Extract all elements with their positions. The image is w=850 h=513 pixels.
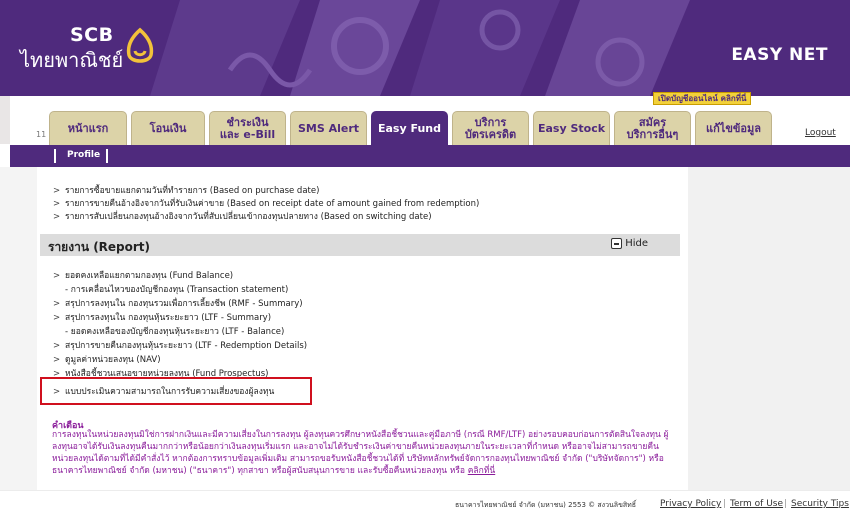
promo-badge[interactable]: เปิดบัญชีออนไลน์ คลิกที่นี่ — [653, 92, 752, 105]
warning-body: การลงทุนในหน่วยลงทุนมิใช่การฝากเงินและมี… — [52, 430, 669, 476]
list-item-label[interactable]: รายการขายคืนอ้างอิงจากวันที่รับเงินค่าขา… — [65, 199, 479, 209]
footer-separator: | — [723, 499, 727, 509]
subnav-profile[interactable]: Profile — [67, 150, 100, 160]
report-item-transaction-statement[interactable]: - การเคลื่อนไหวของบัญชีกองทุน (Transacti… — [65, 282, 288, 296]
list-item-label[interactable]: สรุปการลงทุนใน กองทุนหุ้นระยะยาว (LTF - … — [65, 313, 271, 323]
list-item[interactable]: > รายการขายคืนอ้างอิงจากวันที่รับเงินค่าข… — [53, 196, 479, 210]
report-item-rmf-summary[interactable]: > สรุปการลงทุนใน กองทุนรวมเพื่อการเลี้ยงช… — [53, 296, 303, 310]
list-item-label[interactable]: รายการสับเปลี่ยนกองทุนอ้างอิงจากวันที่สั… — [65, 212, 432, 222]
report-item-ltf-redemption[interactable]: > สรุปการขายคืนกองทุนหุ้นระยะยาว (LTF - R… — [53, 338, 307, 352]
collapse-icon[interactable] — [611, 238, 623, 249]
tab-edit-profile[interactable]: แก้ไขข้อมูล — [695, 111, 772, 145]
list-item-label[interactable]: ดูมูลค่าหน่วยลงทุน (NAV) — [65, 355, 161, 365]
report-item-ltf-summary[interactable]: > สรุปการลงทุนใน กองทุนหุ้นระยะยาว (LTF -… — [53, 310, 271, 324]
header-banner: SCB ไทยพาณิชย์ EASY NET — [0, 0, 850, 96]
tab-left-mark: 11 — [36, 130, 47, 139]
report-section-header: รายงาน (Report) Hide — [40, 234, 680, 256]
warning-text: การลงทุนในหน่วยลงทุนมิใช่การฝากเงินและมี… — [52, 429, 680, 477]
report-item-nav[interactable]: > ดูมูลค่าหน่วยลงทุน (NAV) — [53, 352, 161, 366]
scb-emblem-icon — [126, 27, 154, 63]
list-item-label[interactable]: สรุปการลงทุนใน กองทุนรวมเพื่อการเลี้ยงชี… — [65, 299, 303, 309]
list-item[interactable]: > รายการสับเปลี่ยนกองทุนอ้างอิงจากวันที่ส… — [53, 209, 432, 223]
tab-sms-alert[interactable]: SMS Alert — [290, 111, 367, 145]
term-of-use-link[interactable]: Term of Use — [730, 499, 783, 509]
tab-easy-stock[interactable]: Easy Stock — [533, 111, 610, 145]
logout-link[interactable]: Logout — [805, 128, 836, 138]
logo-scb-text: SCB — [70, 24, 114, 46]
tab-home[interactable]: หน้าแรก — [49, 111, 127, 145]
sub-nav: Profile — [10, 145, 850, 167]
tab-transfer[interactable]: โอนเงิน — [131, 111, 205, 145]
report-item-fund-balance[interactable]: > ยอดคงเหลือแยกตามกองทุน (Fund Balance) — [53, 268, 233, 282]
tab-credit-card[interactable]: บริการ บัตรเครดิต — [452, 111, 529, 145]
hide-label[interactable]: Hide — [625, 238, 648, 249]
list-item-label[interactable]: สรุปการขายคืนกองทุนหุ้นระยะยาว (LTF - Re… — [65, 341, 307, 351]
logo-thai-text: ไทยพาณิชย์ — [20, 48, 124, 72]
footer: ธนาคารไทยพาณิชย์ จำกัด (มหาชน) 2553 © สง… — [0, 490, 850, 513]
report-item-ltf-balance[interactable]: - ยอดคงเหลือของบัญชีกองทุนหุ้นระยะยาว (L… — [65, 324, 284, 338]
tab-other-services[interactable]: สมัคร บริการอื่นๆ — [614, 111, 691, 145]
tab-easy-fund[interactable]: Easy Fund — [371, 111, 448, 145]
warning-click-here-link[interactable]: คลิกที่นี่ — [468, 466, 495, 476]
list-item[interactable]: > รายการซื้อขายแยกตามวันที่ทำรายการ (Base… — [53, 183, 319, 197]
security-tips-link[interactable]: Security Tips — [791, 499, 849, 509]
right-panel — [688, 167, 850, 513]
footer-separator: | — [784, 499, 788, 509]
subnav-separator — [106, 149, 108, 163]
subnav-separator — [54, 149, 56, 163]
highlight-box — [40, 377, 312, 405]
list-item-label[interactable]: รายการซื้อขายแยกตามวันที่ทำรายการ (Based… — [65, 186, 319, 196]
hide-button[interactable]: Hide — [611, 238, 648, 249]
footer-copyright: ธนาคารไทยพาณิชย์ จำกัด (มหาชน) 2553 © สง… — [455, 501, 637, 509]
privacy-policy-link[interactable]: Privacy Policy — [660, 499, 721, 509]
list-item-label[interactable]: ยอดคงเหลือแยกตามกองทุน (Fund Balance) — [65, 271, 233, 281]
report-section-title: รายงาน (Report) — [48, 240, 151, 254]
tab-bill-payment[interactable]: ชำระเงิน และ e-Bill — [209, 111, 286, 145]
left-margin — [0, 167, 37, 513]
product-title: EASY NET — [731, 45, 828, 65]
